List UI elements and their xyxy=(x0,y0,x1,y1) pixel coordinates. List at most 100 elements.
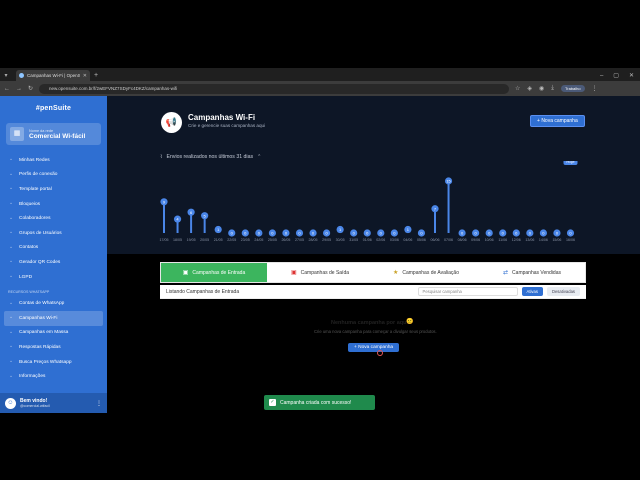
sidebar-item[interactable]: ◦ Perfis de conexão xyxy=(0,168,107,183)
search-input[interactable]: Pesquisar campanha xyxy=(417,287,518,296)
tab-list-icon[interactable]: ▾ xyxy=(0,71,12,81)
sidebar-item[interactable]: ◦ Campanhas em Massa xyxy=(0,326,107,341)
tick-label: 17/05 xyxy=(160,238,169,242)
filter-inactive-button[interactable]: Desativadas xyxy=(546,287,580,296)
new-campaign-button[interactable]: + Nova campanha xyxy=(348,343,400,352)
chart-toggle[interactable]: ⌇ Envios realizados nos últimos 31 dias … xyxy=(160,154,261,160)
tick-label: 03/06 xyxy=(390,238,399,242)
sidebar-item[interactable]: ◦ Grupos de Usuários xyxy=(0,226,107,241)
url-input[interactable]: new.opensuite.com.br/f/2wEFVNZ7SDyFc4DKZ… xyxy=(39,83,510,94)
favicon-icon xyxy=(19,73,24,78)
sidebar-item[interactable]: ◦ Template portal xyxy=(0,182,107,197)
tick-label: 20/05 xyxy=(200,238,209,242)
company-label: Nome da rede xyxy=(29,128,54,133)
campaign-icon: ◦ xyxy=(10,315,12,322)
forward-icon[interactable]: → xyxy=(16,86,22,92)
extension-icon[interactable]: ◈ xyxy=(527,85,532,92)
check-icon: ✓ xyxy=(269,399,276,406)
sidebar-item-label: Bloqueios xyxy=(19,201,41,207)
list-bar: Listando Campanhas de Entrada Pesquisar … xyxy=(160,285,586,299)
sidebar-item-label: Perfis de conexão xyxy=(19,172,58,178)
section-label: RECURSOS WHATSAPP xyxy=(8,290,50,295)
sidebar-item[interactable]: ◦ Minhas Redes xyxy=(0,153,107,168)
more-icon[interactable]: ⋮ xyxy=(96,400,102,407)
sidebar-item[interactable]: ◦ Bloqueios xyxy=(0,197,107,212)
megaphone-icon: 📢 xyxy=(161,112,182,133)
tab-label: Campanhas de Entrada xyxy=(192,269,246,276)
sidebar-item[interactable]: ◦ Contas de WhatsApp xyxy=(0,296,107,311)
sidebar-item-label: Minhas Redes xyxy=(19,157,50,163)
tab-1[interactable]: ▣ Campanhas de Saída xyxy=(267,263,373,282)
new-campaign-label: Nova campanha xyxy=(541,118,578,124)
chart-title: Envios realizados nos últimos 31 dias xyxy=(166,154,254,160)
profile-icon: ◦ xyxy=(10,171,12,178)
sidebar-item[interactable]: ◦ Gerador QR Codes xyxy=(0,255,107,270)
reload-icon[interactable]: ↻ xyxy=(28,85,33,92)
sidebar-item[interactable]: ◦ Informações xyxy=(0,369,107,384)
tick-label: 29/05 xyxy=(322,238,331,242)
entry-icon: ▣ xyxy=(182,270,189,276)
sidebar-item[interactable]: ◦ Colaboradores xyxy=(0,211,107,226)
sidebar-item[interactable]: ◦ Campanhas Wi-Fi xyxy=(4,310,103,326)
back-icon[interactable]: ← xyxy=(4,86,10,92)
info-icon: ◦ xyxy=(10,373,12,380)
tab-0[interactable]: ▣ Campanhas de Entrada xyxy=(161,263,267,282)
tick-label: 08/06 xyxy=(458,238,467,242)
new-tab-button[interactable]: + xyxy=(94,71,98,81)
tick-label: 14/06 xyxy=(539,238,548,242)
face-icon: 😐 xyxy=(406,319,414,325)
empty-subtitle: Crie uma nova campanha para começar a di… xyxy=(314,329,437,334)
close-window-icon[interactable]: ✕ xyxy=(629,71,634,81)
sidebar-item[interactable]: ◦ Respostas Rápidas xyxy=(0,340,107,355)
new-campaign-button-top[interactable]: + Nova campanha xyxy=(530,115,585,127)
cursor-indicator xyxy=(377,350,383,356)
tick-label: 26/05 xyxy=(281,238,290,242)
tab-3[interactable]: ⇄ Campanhas Vendidas xyxy=(479,263,585,282)
tick-label: 15/06 xyxy=(552,238,561,242)
downloads-icon[interactable]: ⤓ xyxy=(551,85,554,92)
user-email: @comercial.wifacil xyxy=(20,404,50,408)
sidebar-item-label: Informações xyxy=(19,374,46,380)
sidebar: #penSuite ▦ Nome da rede Comercial Wi-fá… xyxy=(0,96,107,413)
tab-2[interactable]: ★ Campanhas de Avaliação xyxy=(373,263,479,282)
tick-label: 27/05 xyxy=(295,238,304,242)
tab-label: Campanhas de Saída xyxy=(300,269,350,276)
address-bar-row: ← → ↻ new.opensuite.com.br/f/2wEFVNZ7SDy… xyxy=(0,81,640,96)
users-icon: ◦ xyxy=(10,215,12,222)
tick-label: 16/06 xyxy=(566,238,575,242)
tick-label: 28/05 xyxy=(309,238,318,242)
sidebar-item-label: Template portal xyxy=(19,186,52,192)
close-tab-icon[interactable]: ✕ xyxy=(83,73,87,79)
sidebar-item-label: Colaboradores xyxy=(19,216,51,222)
star-icon: ★ xyxy=(392,270,399,276)
template-icon: ◦ xyxy=(10,186,12,193)
sidebar-item-label: Gerador QR Codes xyxy=(19,259,61,265)
sidebar-item-label: Contatos xyxy=(19,245,39,251)
sold-icon: ⇄ xyxy=(503,270,509,276)
star-bookmark-icon[interactable]: ☆ xyxy=(515,85,520,92)
sidebar-item[interactable]: ◦ LGPD xyxy=(0,270,107,285)
filter-active-button[interactable]: Ativas xyxy=(521,287,543,296)
extension2-icon[interactable]: ◉ xyxy=(539,85,544,92)
browser-menu-icon[interactable]: ⋮ xyxy=(592,85,598,92)
building-icon: ▦ xyxy=(10,127,24,141)
sidebar-item[interactable]: ◦ Contatos xyxy=(0,241,107,256)
tick-label: 05/06 xyxy=(417,238,426,242)
maximize-icon[interactable]: ▢ xyxy=(613,71,619,81)
sidebar-item[interactable]: ◦ Busca Preços Whatsapp xyxy=(0,355,107,370)
tick-label: 21/05 xyxy=(214,238,223,242)
profile-button[interactable]: Trabalho xyxy=(560,85,585,92)
browser-tab[interactable]: Campanhas Wi-Fi | OpenSuite ✕ xyxy=(16,70,90,81)
sidebar-item-label: Contas de WhatsApp xyxy=(19,301,65,307)
app-logo: #penSuite xyxy=(35,105,72,112)
company-selector[interactable]: ▦ Nome da rede Comercial Wi-fácil xyxy=(6,123,101,145)
browser-tab-title: Campanhas Wi-Fi | OpenSuite xyxy=(27,73,80,78)
data-label: 15 xyxy=(446,179,451,184)
tick-label: 18/05 xyxy=(173,238,182,242)
tick-label: 06/06 xyxy=(431,238,440,242)
minimize-icon[interactable]: – xyxy=(600,71,603,81)
qr-icon: ◦ xyxy=(10,259,12,266)
empty-title: Nenhuma campanha por aqui. xyxy=(331,320,410,326)
tick-label: 04/06 xyxy=(403,238,412,242)
user-box[interactable]: ☺ Bem vindo! @comercial.wifacil ⋮ xyxy=(0,393,107,413)
